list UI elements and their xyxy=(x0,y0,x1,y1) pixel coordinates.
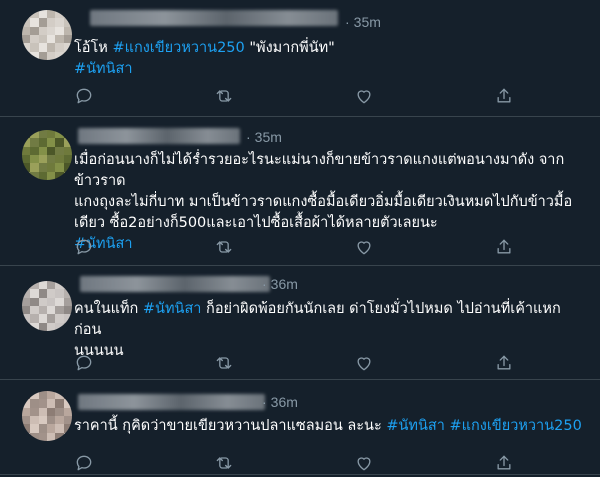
like-icon xyxy=(354,241,374,261)
retweet-button[interactable] xyxy=(214,237,236,259)
tweet[interactable]: · 36m คนในแท็ก #นัทนิสา ก็อย่าผิดพ้อยกันนั… xyxy=(0,266,600,380)
retweet-icon xyxy=(214,90,234,110)
tweet[interactable]: · 36m ราคานี้ กุคิดว่าขายเขียวหวานปลาแซลมอ… xyxy=(0,380,600,475)
retweet-icon xyxy=(214,357,234,377)
reply-icon xyxy=(74,355,94,377)
share-button[interactable] xyxy=(494,353,516,375)
share-icon xyxy=(494,239,514,261)
separator-dot: · xyxy=(262,394,267,410)
timestamp-label: 36m xyxy=(270,394,298,410)
retweet-icon xyxy=(214,241,234,261)
reply-icon xyxy=(74,88,94,110)
author-name-blurred[interactable] xyxy=(80,276,270,292)
separator-dot: · xyxy=(345,14,350,30)
like-button[interactable] xyxy=(354,237,376,259)
share-button[interactable] xyxy=(494,453,516,475)
avatar[interactable] xyxy=(22,281,72,331)
tweet-text: โอ้โห #แกงเขียวหวาน250 "พังมากพี่นัท" #น… xyxy=(74,38,588,80)
tweet-actions xyxy=(74,453,514,475)
retweet-button[interactable] xyxy=(214,86,236,108)
avatar[interactable] xyxy=(22,130,72,180)
tweet-text: ราคานี้ กุคิดว่าขายเขียวหวานปลาแซลมอน ละ… xyxy=(74,416,588,437)
reply-button[interactable] xyxy=(74,353,96,375)
like-button[interactable] xyxy=(354,353,376,375)
separator-dot: · xyxy=(262,276,267,292)
like-icon xyxy=(354,357,374,377)
retweet-icon xyxy=(214,457,234,477)
tweet-actions xyxy=(74,86,514,108)
share-icon xyxy=(494,355,514,377)
share-icon xyxy=(494,88,514,110)
hashtag-link[interactable]: #นัทนิสา xyxy=(74,61,133,77)
tweet-text-segment: โอ้โห xyxy=(74,40,113,56)
tweet-text-segment: คนในแท็ก xyxy=(74,301,143,317)
like-button[interactable] xyxy=(354,453,376,475)
avatar[interactable] xyxy=(22,391,72,441)
timestamp-label: 35m xyxy=(353,14,381,30)
reply-button[interactable] xyxy=(74,86,96,108)
share-button[interactable] xyxy=(494,86,516,108)
like-icon xyxy=(354,90,374,110)
tweet-timestamp[interactable]: · 35m xyxy=(345,14,381,30)
author-name-blurred[interactable] xyxy=(90,10,338,26)
like-icon xyxy=(354,457,374,477)
tweet-actions xyxy=(74,237,514,259)
tweet-text-segment: ราคานี้ กุคิดว่าขายเขียวหวานปลาแซลมอน ละ… xyxy=(74,418,387,434)
share-icon xyxy=(494,455,514,477)
tweet-text-segment: เมื่อก่อนนางก็ไม่ได้ร่ำรวยอะไรนะแม่นางก็… xyxy=(74,152,573,231)
hashtag-link[interactable]: #แกงเขียวหวาน250 xyxy=(112,40,244,56)
tweet-text-segment: "พังมากพี่นัท" xyxy=(244,40,335,56)
tweet[interactable]: · 35m โอ้โห #แกงเขียวหวาน250 "พังมากพี่นัท… xyxy=(0,0,600,117)
reply-button[interactable] xyxy=(74,453,96,475)
timeline-feed: · 35m โอ้โห #แกงเขียวหวาน250 "พังมากพี่นัท… xyxy=(0,0,600,475)
tweet-timestamp[interactable]: · 35m xyxy=(246,129,282,145)
hashtag-link[interactable]: #นัทนิสา xyxy=(143,301,202,317)
reply-button[interactable] xyxy=(74,237,96,259)
timestamp-label: 35m xyxy=(254,129,282,145)
author-name-blurred[interactable] xyxy=(78,394,265,410)
reply-icon xyxy=(74,455,94,477)
author-name-blurred[interactable] xyxy=(78,128,240,144)
tweet-timestamp[interactable]: · 36m xyxy=(262,394,298,410)
avatar[interactable] xyxy=(22,10,72,60)
retweet-button[interactable] xyxy=(214,353,236,375)
hashtag-link[interactable]: #แกงเขียวหวาน250 xyxy=(450,418,582,434)
share-button[interactable] xyxy=(494,237,516,259)
reply-icon xyxy=(74,239,94,261)
tweet[interactable]: · 35m เมื่อก่อนนางก็ไม่ได้ร่ำรวยอะไรนะแม่น… xyxy=(0,117,600,266)
timestamp-label: 36m xyxy=(270,276,298,292)
hashtag-link[interactable]: #นัทนิสา xyxy=(386,418,445,434)
tweet-timestamp[interactable]: · 36m xyxy=(262,276,298,292)
tweet-actions xyxy=(74,353,514,375)
separator-dot: · xyxy=(246,129,251,145)
retweet-button[interactable] xyxy=(214,453,236,475)
like-button[interactable] xyxy=(354,86,376,108)
